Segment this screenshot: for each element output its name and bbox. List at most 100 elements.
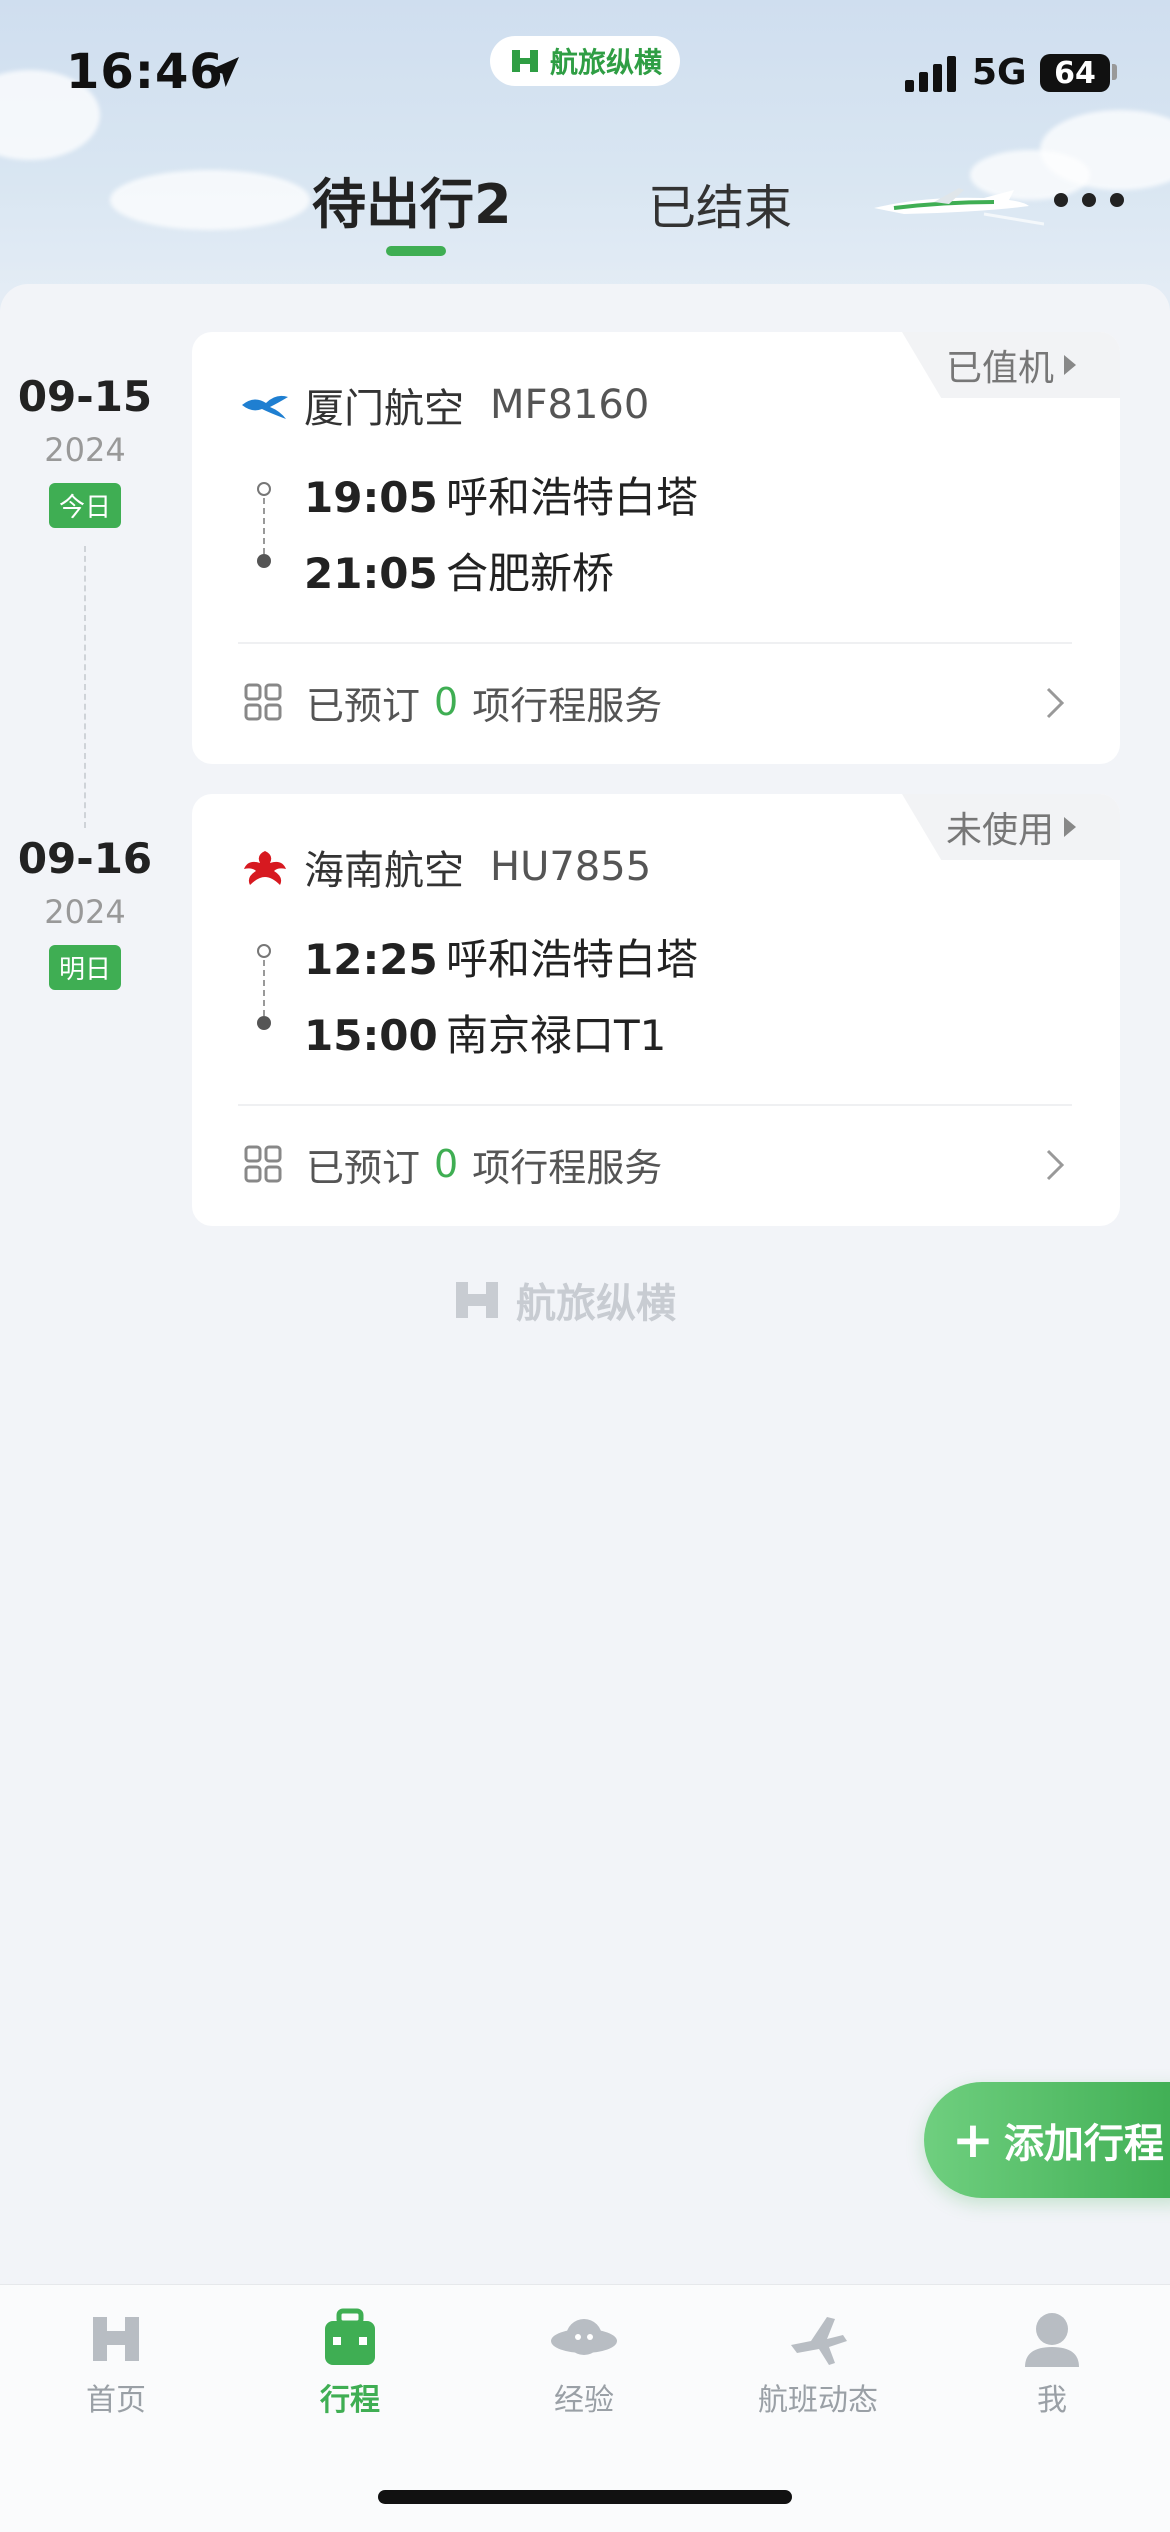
service-count: 0	[434, 680, 459, 724]
trip-date-1: 09-15 2024 今日	[0, 372, 170, 528]
usage-status-badge[interactable]: 未使用	[902, 794, 1120, 860]
service-count: 0	[434, 1142, 459, 1186]
tab-pending[interactable]: 待出行2	[312, 160, 512, 239]
location-arrow-icon	[209, 57, 239, 87]
airline-name: 海南航空	[304, 848, 464, 894]
footer-brand-text: 航旅纵横	[516, 1281, 676, 1327]
airline-row: 厦门航空 MF8160	[240, 376, 649, 434]
caret-right-icon	[1064, 355, 1076, 375]
trip-date-2: 09-16 2024 明日	[0, 834, 170, 990]
more-dot-icon	[1054, 193, 1068, 207]
itinerary-icon	[325, 2308, 375, 2365]
flight-number: HU7855	[490, 844, 652, 890]
destination-dot-icon	[257, 554, 271, 568]
plus-icon: +	[952, 2111, 994, 2169]
arrival-airport: 合肥新桥	[446, 549, 615, 598]
trip-year: 2024	[44, 893, 126, 931]
more-dot-icon	[1082, 193, 1096, 207]
arrival-row: 21:05 合肥新桥	[304, 540, 614, 601]
day-badge: 今日	[48, 483, 121, 528]
airline-row: 海南航空 HU7855	[240, 838, 651, 896]
flight-status-icon	[791, 2317, 847, 2365]
brand-logo-icon	[511, 50, 538, 72]
departure-airport: 呼和浩特白塔	[446, 473, 699, 522]
chevron-right-icon	[1046, 687, 1065, 719]
trip-services-row[interactable]: 已预订 0 项行程服务	[244, 662, 1072, 742]
departure-time: 19:05	[304, 473, 438, 522]
route-line	[263, 498, 265, 554]
tab-flight-status[interactable]: 航班动态	[728, 2307, 908, 2419]
footer-brand-watermark: 航旅纵横	[450, 1270, 720, 1330]
status-bar: 16:46 航旅纵横 5G 64	[0, 0, 1170, 140]
tab-label: 我	[1037, 2383, 1067, 2418]
tab-experience[interactable]: 经验	[494, 2307, 674, 2419]
tab-ended[interactable]: 已结束	[648, 168, 792, 238]
chevron-right-icon	[1046, 1149, 1065, 1181]
status-time: 16:46	[66, 44, 224, 100]
hainan-airlines-logo-icon	[244, 851, 286, 885]
status-label: 未使用	[945, 810, 1054, 851]
home-icon	[93, 2317, 139, 2361]
service-suffix: 项行程服务	[472, 683, 663, 728]
divider	[238, 1104, 1072, 1106]
more-options-button[interactable]	[1054, 180, 1124, 220]
origin-dot-icon	[257, 944, 271, 958]
arrival-time: 15:00	[304, 1011, 438, 1060]
signal-icon	[905, 56, 956, 92]
brand-name: 航旅纵横	[549, 46, 662, 79]
departure-time: 12:25	[304, 935, 438, 984]
caret-right-icon	[1064, 817, 1076, 837]
tab-home[interactable]: 首页	[26, 2307, 206, 2419]
service-prefix: 已预订	[306, 1145, 421, 1190]
grid-icon	[244, 1145, 282, 1183]
add-trip-label: 添加行程	[1003, 2121, 1164, 2167]
route-dots	[254, 944, 274, 1030]
brand-pill[interactable]: 航旅纵横	[490, 36, 680, 86]
tab-profile[interactable]: 我	[962, 2307, 1142, 2419]
experience-icon	[551, 2319, 617, 2355]
network-type: 5G	[972, 52, 1027, 93]
tab-label: 航班动态	[758, 2383, 878, 2418]
service-suffix: 项行程服务	[472, 1145, 663, 1190]
battery-tip	[1112, 64, 1117, 80]
departure-row: 12:25 呼和浩特白塔	[304, 926, 698, 987]
timeline-connector	[84, 546, 86, 828]
destination-dot-icon	[257, 1016, 271, 1030]
tab-label: 经验	[554, 2383, 614, 2418]
trip-card[interactable]: 未使用 海南航空 HU7855 12:25 呼和浩特白塔 15:00 南京禄口T…	[192, 794, 1120, 1226]
status-label: 已值机	[945, 348, 1054, 389]
tab-itinerary[interactable]: 行程	[260, 2307, 440, 2419]
arrival-airport: 南京禄口T1	[446, 1011, 667, 1060]
divider	[238, 642, 1072, 644]
add-trip-button[interactable]: + 添加行程	[924, 2082, 1170, 2198]
profile-icon	[1025, 2313, 1079, 2367]
airline-name: 厦门航空	[304, 386, 464, 432]
trip-year: 2024	[44, 431, 126, 469]
trip-date: 09-15	[17, 372, 153, 421]
flight-number: MF8160	[490, 382, 650, 428]
route-line	[263, 960, 265, 1016]
trip-card[interactable]: 已值机 厦门航空 MF8160 19:05 呼和浩特白塔 21:05 合肥新桥 …	[192, 332, 1120, 764]
arrival-time: 21:05	[304, 549, 438, 598]
airplane-illustration-icon	[874, 188, 1044, 226]
tab-active-indicator	[386, 246, 446, 256]
trip-services-row[interactable]: 已预订 0 项行程服务	[244, 1124, 1072, 1204]
route-dots	[254, 482, 274, 568]
checkin-status-badge[interactable]: 已值机	[902, 332, 1120, 398]
battery-icon: 64	[1040, 54, 1110, 92]
xiamen-airlines-logo-icon	[242, 395, 288, 419]
brand-logo-icon	[456, 1282, 498, 1318]
arrival-row: 15:00 南京禄口T1	[304, 1002, 666, 1063]
trip-date: 09-16	[17, 834, 153, 883]
battery-level: 64	[1054, 55, 1096, 91]
departure-airport: 呼和浩特白塔	[446, 935, 699, 984]
service-prefix: 已预订	[306, 683, 421, 728]
home-indicator[interactable]	[378, 2490, 792, 2504]
day-badge: 明日	[48, 945, 121, 990]
grid-icon	[244, 683, 282, 721]
departure-row: 19:05 呼和浩特白塔	[304, 464, 698, 525]
tab-label: 首页	[86, 2383, 146, 2418]
more-dot-icon	[1110, 193, 1124, 207]
tab-label: 行程	[320, 2383, 380, 2418]
origin-dot-icon	[257, 482, 271, 496]
